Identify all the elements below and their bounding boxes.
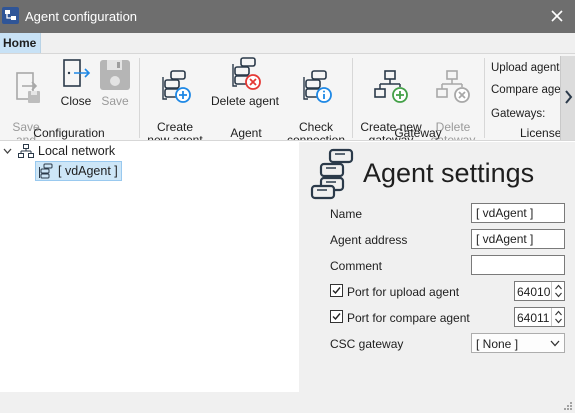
spin-arrows-icon [555,310,562,324]
license-gateways: Gateways: [491,108,546,120]
upload-port-label: Port for upload agent [347,285,460,299]
agent-settings-panel: Agent settings Name [ vdAgent ] Agent ad… [299,142,575,392]
license-compare-agents: Compare agen [491,84,568,96]
csc-gateway-value: [ None ] [476,337,519,351]
check-icon [332,287,341,295]
chevron-right-icon [565,90,573,104]
check-connection-icon [303,70,332,103]
app-icon [2,7,19,24]
gateway-group-label: Gateway [394,126,442,140]
close-window-icon[interactable] [547,6,567,26]
comment-label: Comment [330,259,383,273]
save-button[interactable]: Save [96,56,134,108]
save-disk-icon [100,60,130,90]
network-icon [18,144,34,158]
network-tree: Local network [ vdAgent ] [0,142,298,392]
compare-port-checkbox[interactable] [330,310,343,323]
csc-gateway-label: CSC gateway [330,337,404,351]
close-label: Close [60,94,92,108]
create-gateway-icon [374,70,408,103]
create-agent-icon [162,70,191,103]
resize-grip-icon[interactable] [563,401,573,411]
compare-port-label: Port for compare agent [347,311,470,325]
status-bar [0,392,575,413]
configuration-group-label: Configuration [33,126,105,140]
check-icon [332,313,341,321]
csc-gateway-select[interactable]: [ None ] [471,333,565,353]
upload-port-value: 64010 [517,285,551,299]
settings-title: Agent settings [363,158,535,188]
tree-child-label: [ vdAgent ] [58,164,118,178]
group-separator [484,58,485,138]
tab-home[interactable]: Home [0,33,42,53]
ribbon-tab-bar: Home [0,33,575,53]
spin-arrows-icon [555,284,562,298]
chevron-down-icon[interactable] [3,147,12,156]
close-button[interactable]: Close [56,56,96,108]
agent-settings-icon [310,148,354,200]
agent-address-input[interactable]: [ vdAgent ] [471,229,565,249]
agent-group-label: Agent [230,126,262,140]
ribbon-scroll-right-button[interactable] [560,56,575,140]
compare-port-stepper[interactable]: 64011 [514,307,565,327]
delete-agent-label: Delete agent [210,94,280,108]
comment-input[interactable] [471,255,565,275]
delete-gateway-icon [436,70,470,103]
save-and-close-icon [16,72,40,103]
delete-agent-icon [232,57,261,90]
ribbon: Save and Close Close Save Configuration [0,53,575,141]
delete-agent-button[interactable]: Delete agent [210,56,280,108]
name-label: Name [330,207,363,221]
tree-selection[interactable]: [ vdAgent ] [35,161,122,181]
save-label: Save [101,94,129,108]
tree-node-local-network[interactable]: Local network [3,144,115,158]
agent-address-label: Agent address [330,233,408,247]
tree-node-vdagent[interactable]: [ vdAgent ] [35,161,122,181]
spin-arrows[interactable] [551,282,564,300]
close-door-icon [63,59,91,87]
title-bar: Agent configuration [0,0,575,33]
compare-port-value: 64011 [517,311,550,325]
name-input[interactable]: [ vdAgent ] [471,203,565,223]
upload-port-stepper[interactable]: 64010 [514,281,565,301]
upload-port-checkbox[interactable] [330,284,343,297]
tree-root-label: Local network [38,144,116,158]
spin-arrows[interactable] [551,308,564,326]
agent-icon [39,163,53,179]
window-title: Agent configuration [25,9,138,24]
chevron-down-icon [550,340,560,347]
license-group-label: License [520,126,562,140]
license-upload-agents: Upload agents [491,62,566,74]
